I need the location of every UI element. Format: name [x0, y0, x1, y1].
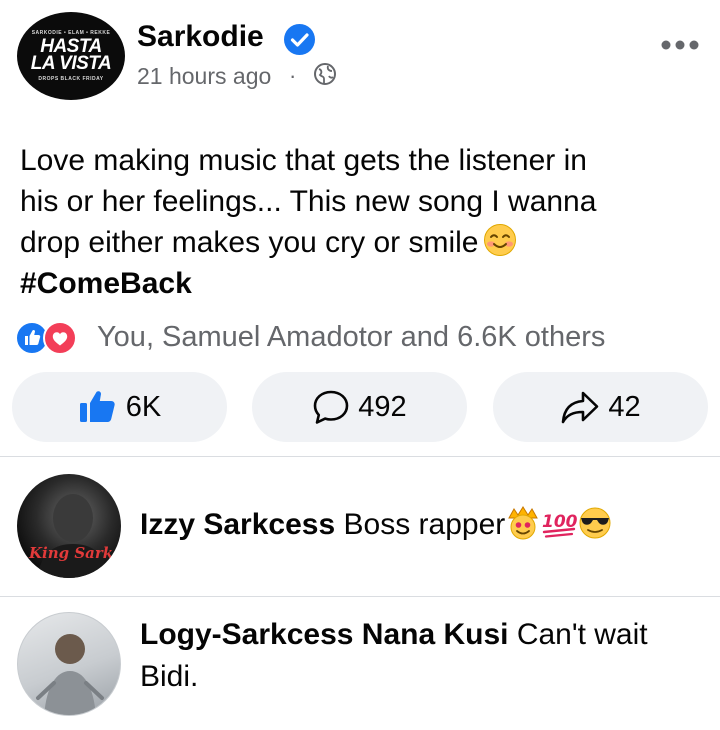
comment-author[interactable]: Izzy Sarkcess	[140, 508, 335, 541]
like-count: 6K	[125, 390, 162, 423]
sunglasses-emoji-icon	[577, 506, 613, 540]
reactions-summary[interactable]: You, Samuel Amadotor and 6.6K others	[15, 318, 715, 358]
meta-separator: ·	[289, 63, 297, 88]
avatar-title-line2: LA VISTA	[30, 53, 112, 74]
author-name[interactable]: Sarkodie	[137, 20, 264, 54]
comment-body: Logy-Sarkcess Nana Kusi Can't wait Bidi.	[140, 614, 710, 698]
post-timestamp[interactable]: 21 hours ago	[137, 63, 271, 90]
comment-author[interactable]: Logy-Sarkcess Nana Kusi	[140, 618, 508, 651]
comment-body: Izzy Sarkcess Boss rapper 100	[140, 504, 710, 546]
crown-face-emoji-icon	[505, 506, 541, 540]
share-count: 42	[608, 390, 641, 423]
author-avatar[interactable]: SARKODIE • ELAM • REKKE HASTA LA VISTA D…	[17, 12, 125, 100]
comment-button[interactable]: 492	[252, 372, 467, 442]
action-bar: 6K 492 42	[0, 372, 720, 444]
share-arrow-icon	[562, 391, 599, 424]
more-options-icon[interactable]	[660, 38, 700, 52]
comment-text: Boss rapper	[343, 508, 506, 541]
commenter-avatar[interactable]	[17, 612, 121, 716]
post-header: SARKODIE • ELAM • REKKE HASTA LA VISTA D…	[0, 0, 720, 130]
post-body: Love making music that gets the listener…	[20, 140, 710, 304]
verified-badge-icon	[284, 24, 315, 55]
comment-count: 492	[358, 390, 407, 423]
like-button[interactable]: 6K	[12, 372, 227, 442]
post-text-line: his or her feelings... This new song I w…	[20, 185, 597, 218]
smiling-face-emoji-icon	[483, 223, 517, 257]
share-button[interactable]: 42	[493, 372, 708, 442]
commenter-avatar[interactable]: King Sark	[17, 474, 121, 578]
post-text-line-with-emoji: drop either makes you cry or smile	[20, 222, 710, 263]
reactions-summary-text[interactable]: You, Samuel Amadotor and 6.6K others	[97, 321, 605, 354]
comment-item: King Sark Izzy Sarkcess Boss rapper 100	[0, 456, 720, 596]
commenter-avatar-caption: King Sark	[29, 544, 114, 562]
love-reaction-icon	[43, 321, 77, 355]
hundred-points-emoji-icon: 100	[541, 506, 578, 540]
post-hashtag[interactable]: #ComeBack	[20, 263, 710, 304]
post-text-line: Love making music that gets the listener…	[20, 144, 587, 177]
comment-bubble-icon	[313, 390, 349, 424]
post-text-line: drop either makes you cry or smile	[20, 226, 479, 259]
avatar-bottom-text: DROPS BLACK FRIDAY	[38, 76, 104, 82]
like-filled-icon	[79, 391, 115, 422]
globe-icon	[313, 62, 337, 86]
